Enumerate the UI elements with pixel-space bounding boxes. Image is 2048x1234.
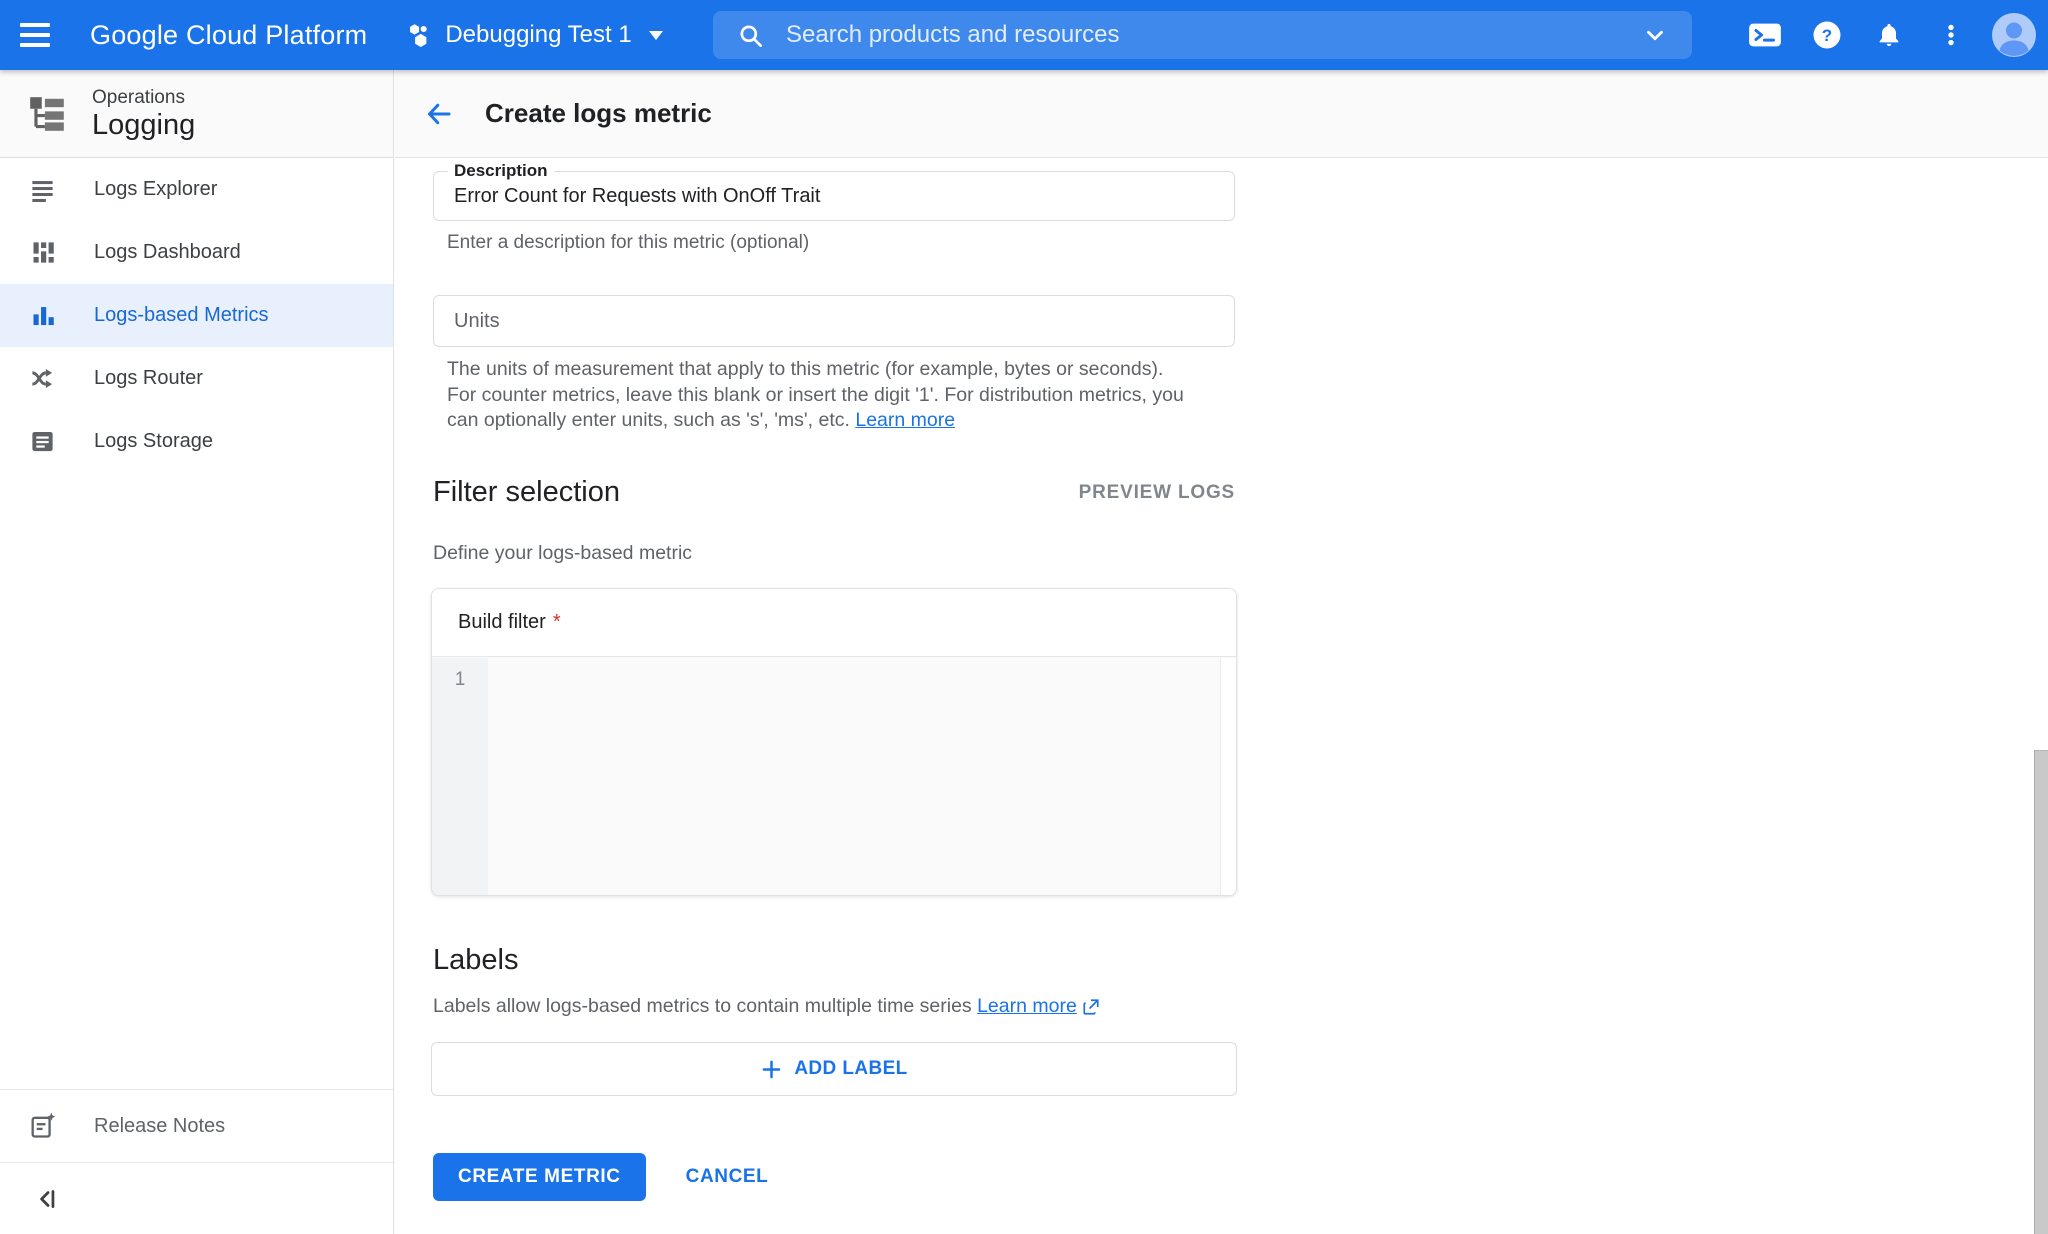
preview-logs-button[interactable]: PREVIEW LOGS (1079, 482, 1235, 504)
cancel-button[interactable]: CANCEL (686, 1166, 769, 1188)
help-icon: ? (1812, 20, 1842, 50)
window-scrollbar[interactable] (2034, 750, 2048, 1234)
project-name: Debugging Test 1 (445, 21, 631, 49)
chevron-down-icon[interactable] (1642, 22, 1668, 48)
editor-input-area[interactable] (488, 658, 1236, 895)
menu-button[interactable] (0, 0, 70, 70)
logs-router-icon (28, 365, 56, 393)
add-label-button[interactable]: ADD LABEL (431, 1042, 1237, 1096)
logs-dashboard-icon (28, 239, 56, 267)
sidebar-item-label: Logs Router (94, 367, 203, 390)
filter-subtitle: Define your logs-based metric (433, 542, 692, 565)
sidebar-item-logs-explorer[interactable]: Logs Explorer (0, 158, 393, 221)
build-filter-header: Build filter * (432, 589, 1236, 657)
back-arrow-icon (424, 99, 454, 129)
back-button[interactable] (417, 92, 461, 136)
sidebar-item-label: Logs Storage (94, 430, 213, 453)
editor-scrollbar[interactable] (1220, 658, 1236, 895)
plus-icon (760, 1058, 783, 1081)
external-link-icon (1082, 998, 1100, 1016)
sidebar-item-label: Logs Dashboard (94, 241, 241, 264)
description-field-label: Description (448, 161, 554, 181)
logs-storage-icon (28, 428, 56, 456)
logging-product-icon (26, 93, 68, 135)
release-notes-icon (28, 1112, 56, 1140)
units-input[interactable] (434, 296, 1234, 346)
search-input[interactable] (786, 21, 1642, 49)
notifications-bell-icon (1875, 21, 1903, 49)
release-notes-label: Release Notes (94, 1115, 225, 1138)
logs-explorer-icon (28, 176, 56, 204)
sidebar: Operations Logging Logs Explorer Log (0, 70, 394, 1234)
sidebar-item-logs-dashboard[interactable]: Logs Dashboard (0, 221, 393, 284)
form-actions: CREATE METRIC CANCEL (433, 1153, 768, 1201)
page-title: Create logs metric (485, 98, 712, 129)
sidebar-item-logs-storage[interactable]: Logs Storage (0, 410, 393, 473)
filter-code-editor: 1 (432, 658, 1236, 895)
hamburger-icon (20, 23, 50, 27)
main-panel: Create logs metric Description Enter a d… (395, 70, 2048, 1234)
svg-text:?: ? (1822, 26, 1832, 45)
sidebar-header: Operations Logging (0, 70, 393, 158)
more-vertical-icon (1938, 22, 1964, 48)
description-helper-text: Enter a description for this metric (opt… (447, 232, 809, 254)
collapse-sidebar-button[interactable] (30, 1182, 64, 1216)
sidebar-eyebrow: Operations (92, 86, 195, 109)
sidebar-bottom: Release Notes (0, 1089, 393, 1234)
labels-subtitle: Labels allow logs-based metrics to conta… (433, 995, 1100, 1018)
search-icon (737, 22, 764, 49)
build-filter-card: Build filter * 1 (431, 588, 1237, 896)
units-learn-more-link[interactable]: Learn more (855, 409, 955, 431)
more-options-button[interactable] (1920, 0, 1982, 70)
line-number: 1 (455, 669, 466, 690)
create-metric-button[interactable]: CREATE METRIC (433, 1153, 646, 1201)
sidebar-item-release-notes[interactable]: Release Notes (0, 1089, 393, 1162)
units-helper-text: The units of measurement that apply to t… (447, 357, 1195, 434)
form-content: Description Enter a description for this… (395, 158, 2048, 1233)
sidebar-item-label: Logs Explorer (94, 178, 217, 201)
sidebar-nav: Logs Explorer Logs Dashboard Logs-based … (0, 158, 393, 473)
sidebar-product-title: Logging (92, 109, 195, 142)
cloud-shell-icon (1748, 21, 1782, 49)
required-asterisk: * (553, 611, 561, 634)
notifications-button[interactable] (1858, 0, 1920, 70)
caret-down-icon (649, 31, 663, 40)
labels-learn-more-link[interactable]: Learn more (977, 995, 1100, 1018)
labels-heading: Labels (433, 944, 518, 977)
filter-selection-row: Filter selection PREVIEW LOGS (433, 476, 1235, 509)
avatar[interactable] (1992, 13, 2036, 57)
units-field (433, 295, 1235, 347)
sidebar-item-label: Logs-based Metrics (94, 304, 269, 327)
description-field: Description (433, 171, 1235, 221)
top-app-bar: Google Cloud Platform Debugging Test 1 (0, 0, 2048, 70)
sidebar-item-logs-router[interactable]: Logs Router (0, 347, 393, 410)
topbar-actions: ? (1734, 0, 2036, 70)
editor-line-number-gutter: 1 (432, 658, 488, 895)
filter-selection-heading: Filter selection (433, 476, 620, 509)
help-button[interactable]: ? (1796, 0, 1858, 70)
sidebar-collapse-row (0, 1162, 393, 1234)
build-filter-label: Build filter (458, 611, 546, 634)
description-input[interactable] (434, 172, 1234, 220)
logs-based-metrics-icon (28, 302, 56, 330)
project-selector[interactable]: Debugging Test 1 (405, 21, 662, 49)
project-switcher-icon (405, 22, 432, 49)
cloud-shell-button[interactable] (1734, 0, 1796, 70)
collapse-sidebar-icon (34, 1186, 60, 1212)
search-bar[interactable] (713, 11, 1692, 59)
gcp-logo[interactable]: Google Cloud Platform (90, 20, 367, 51)
sidebar-item-logs-based-metrics[interactable]: Logs-based Metrics (0, 284, 393, 347)
page-header: Create logs metric (395, 70, 2048, 158)
